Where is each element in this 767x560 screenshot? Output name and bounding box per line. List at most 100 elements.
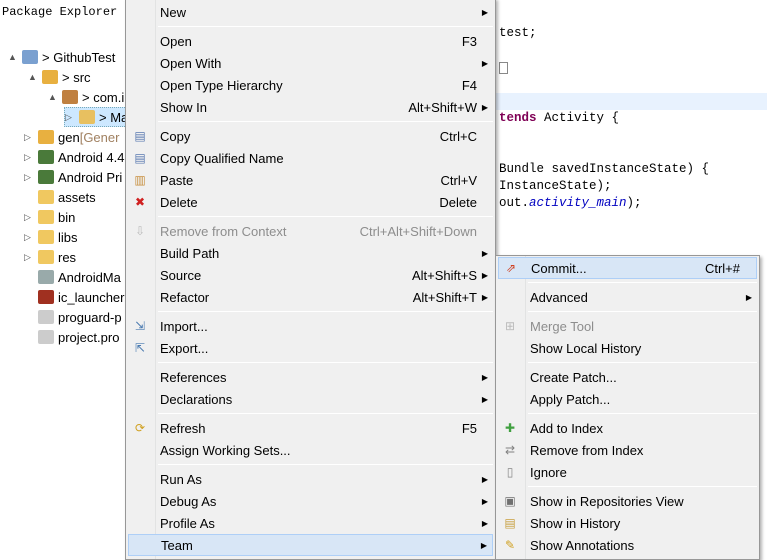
menu-item-label: New: [160, 4, 187, 20]
tree-item-assets[interactable]: assets: [24, 187, 96, 207]
menu-item-delete[interactable]: ✖ Delete Delete: [128, 191, 493, 213]
tree-item-label: Android Pri: [58, 169, 123, 185]
menu-item-show-in-history[interactable]: ▤ Show in History: [498, 512, 757, 534]
submenu-arrow-icon: ▶: [481, 58, 488, 68]
menu-item-references[interactable]: References ▶: [128, 366, 493, 388]
menu-item-merge-tool[interactable]: ⊞ Merge Tool: [498, 315, 757, 337]
tree-item-androidma[interactable]: AndroidMa: [24, 267, 121, 287]
menu-item-refresh[interactable]: ⟳ Refresh F5: [128, 417, 493, 439]
project-node-icon: [38, 210, 54, 224]
tree-item-ic-launcher[interactable]: ic_launcher-: [24, 287, 129, 307]
menu-item-paste[interactable]: ▥ Paste Ctrl+V: [128, 169, 493, 191]
submenu-arrow-icon: ▶: [481, 372, 488, 382]
tree-item-libs[interactable]: ▷ libs: [24, 227, 78, 247]
menu-item-shortcut: Delete: [439, 194, 477, 210]
menu-item-export[interactable]: ⇱ Export...: [128, 337, 493, 359]
menu-item-shortcut: Ctrl+V: [440, 172, 477, 188]
copy-icon: ▤: [134, 129, 146, 143]
menu-separator: [528, 362, 757, 363]
expand-toggle-icon[interactable]: ▷: [24, 252, 36, 263]
menu-item-import[interactable]: ⇲ Import...: [128, 315, 493, 337]
menu-item-remove-from-index[interactable]: ⇄ Remove from Index: [498, 439, 757, 461]
menu-item-build-path[interactable]: Build Path ▶: [128, 242, 493, 264]
tree-item-label: gen: [58, 129, 80, 145]
menu-item-commit[interactable]: ⇗ Commit... Ctrl+#: [498, 257, 757, 279]
menu-item-copy-qualified-name[interactable]: ▤ Copy Qualified Name: [128, 147, 493, 169]
menu-item-advanced[interactable]: Advanced ▶: [498, 286, 757, 308]
menu-item-shortcut: Alt+Shift+T: [412, 289, 477, 305]
menu-item-assign-working-sets[interactable]: Assign Working Sets...: [128, 439, 493, 461]
menu-item-label: Copy Qualified Name: [160, 150, 284, 166]
submenu-arrow-icon: ▶: [481, 7, 488, 17]
menu-item-create-patch[interactable]: Create Patch...: [498, 366, 757, 388]
menu-item-shortcut: F5: [461, 420, 477, 436]
menu-item-ignore[interactable]: ▯ Ignore: [498, 461, 757, 483]
menu-item-source[interactable]: Source Alt+Shift+S ▶: [128, 264, 493, 286]
menu-item-declarations[interactable]: Declarations ▶: [128, 388, 493, 410]
menu-item-show-annotations[interactable]: ✎ Show Annotations: [498, 534, 757, 556]
expand-toggle-icon[interactable]: ▲: [48, 92, 60, 102]
tree-item-label: ic_launcher-: [58, 289, 129, 305]
menu-item-show-in[interactable]: Show In Alt+Shift+W ▶: [128, 96, 493, 118]
package-explorer-tab[interactable]: Package Explorer ✕: [2, 4, 134, 19]
tree-item-res[interactable]: ▷ res: [24, 247, 76, 267]
code-line: test;: [499, 26, 537, 40]
expand-toggle-icon[interactable]: ▷: [24, 152, 36, 163]
menu-item-apply-patch[interactable]: Apply Patch...: [498, 388, 757, 410]
tree-item-bin[interactable]: ▷ bin: [24, 207, 75, 227]
project-node-icon: [38, 330, 54, 344]
menu-item-refactor[interactable]: Refactor Alt+Shift+T ▶: [128, 286, 493, 308]
menu-item-run-as[interactable]: Run As ▶: [128, 468, 493, 490]
menu-item-new[interactable]: New ▶: [128, 1, 493, 23]
menu-item-shortcut: Ctrl+Alt+Shift+Down: [359, 223, 477, 239]
tree-item-com-i[interactable]: ▲ > com.i: [48, 87, 124, 107]
expand-toggle-icon[interactable]: ▷: [24, 232, 36, 243]
collapsed-fold-marker[interactable]: [499, 62, 508, 74]
menu-item-label: Source: [160, 267, 202, 283]
menu-item-shortcut: Ctrl+#: [704, 260, 740, 276]
menu-item-label: Show Annotations: [530, 537, 635, 553]
menu-item-open[interactable]: Open F3: [128, 30, 493, 52]
tree-item-label: res: [58, 249, 77, 265]
submenu-arrow-icon: ▶: [481, 102, 488, 112]
menu-item-show-in-repositories-view[interactable]: ▣ Show in Repositories View: [498, 490, 757, 512]
refresh-icon: ⟳: [134, 421, 146, 435]
expand-toggle-icon[interactable]: ▷: [24, 132, 36, 143]
tree-item-android-pri[interactable]: ▷ Android Pri: [24, 167, 122, 187]
tree-item-label: Android 4.4: [58, 149, 125, 165]
tree-item-src[interactable]: ▲ > src: [28, 67, 91, 87]
menu-item-copy[interactable]: ▤ Copy Ctrl+C: [128, 125, 493, 147]
menu-separator: [158, 413, 493, 414]
expand-toggle-icon[interactable]: ▷: [65, 112, 77, 123]
menu-item-profile-as[interactable]: Profile As ▶: [128, 512, 493, 534]
menu-item-label: Show In: [160, 99, 207, 115]
menu-item-debug-as[interactable]: Debug As ▶: [128, 490, 493, 512]
expand-toggle-icon[interactable]: ▲: [8, 52, 20, 62]
menu-item-label: Team: [161, 537, 193, 553]
menu-item-open-type-hierarchy[interactable]: Open Type Hierarchy F4: [128, 74, 493, 96]
tree-item-proguard-p[interactable]: proguard-p: [24, 307, 122, 327]
menu-item-open-with[interactable]: Open With ▶: [128, 52, 493, 74]
expand-toggle-icon[interactable]: ▲: [28, 72, 40, 82]
tree-item-project-pro[interactable]: project.pro: [24, 327, 119, 347]
menu-item-team[interactable]: Team ▶: [128, 534, 493, 556]
menu-item-label: References: [160, 369, 227, 385]
menu-item-label: Delete: [160, 194, 198, 210]
code-line: out.activity_main);: [499, 196, 642, 210]
tree-item-ma[interactable]: ▷ > Ma: [64, 107, 130, 127]
menu-item-shortcut: F3: [461, 33, 477, 49]
tree-item-android-4-4[interactable]: ▷ Android 4.4: [24, 147, 125, 167]
package-explorer: Package Explorer ✕ ▲> GithubTest▲> src▲>…: [0, 0, 134, 557]
copy-qualified-icon: ▤: [134, 151, 146, 165]
project-node-icon: [38, 270, 54, 284]
current-line-highlight: [495, 93, 767, 110]
expand-toggle-icon[interactable]: ▷: [24, 212, 36, 223]
tree-item-gen[interactable]: ▷ gen [Gener: [24, 127, 119, 147]
menu-item-show-local-history[interactable]: Show Local History: [498, 337, 757, 359]
menu-separator: [158, 121, 493, 122]
menu-item-remove-from-context[interactable]: ⇩ Remove from Context Ctrl+Alt+Shift+Down: [128, 220, 493, 242]
menu-separator: [528, 486, 757, 487]
menu-item-add-to-index[interactable]: ✚ Add to Index: [498, 417, 757, 439]
expand-toggle-icon[interactable]: ▷: [24, 172, 36, 183]
tree-item-githubtest[interactable]: ▲ > GithubTest: [8, 47, 115, 67]
